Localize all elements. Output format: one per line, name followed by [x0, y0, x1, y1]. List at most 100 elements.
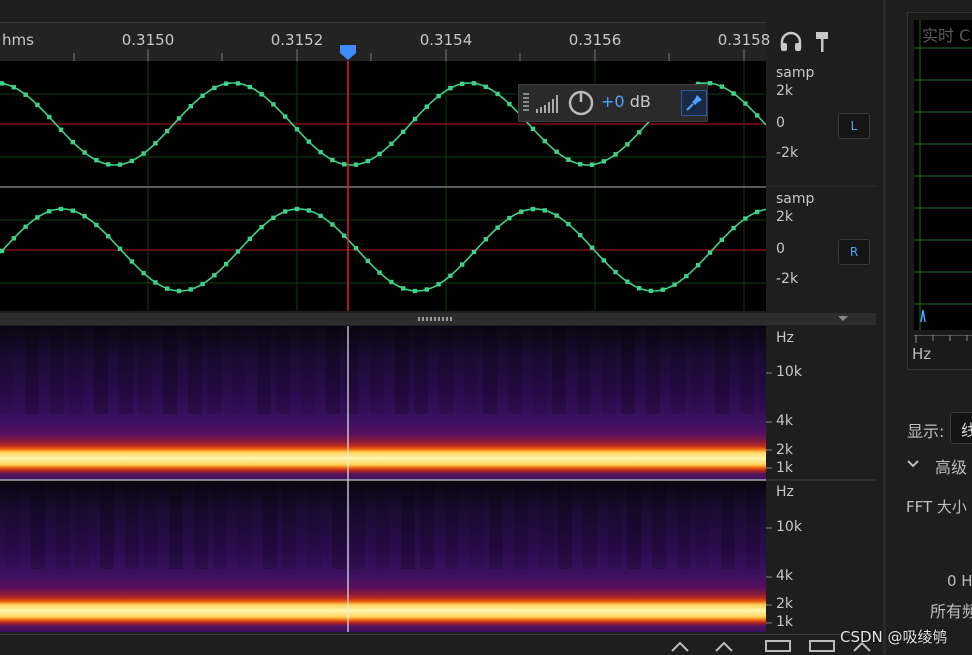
zero-hz-label: 0 H — [947, 572, 972, 590]
sample-point — [507, 215, 512, 221]
pin-hud-button[interactable] — [681, 90, 707, 116]
sample-point — [448, 273, 453, 278]
sample-point — [176, 116, 182, 121]
sample-point — [660, 287, 665, 292]
sample-point — [47, 209, 52, 214]
sample-point — [554, 213, 559, 218]
playhead-marker-icon — [340, 45, 356, 60]
spectral-texture — [489, 481, 503, 569]
time-ruler[interactable]: hms 0.3150 0.3152 0.3154 0.3156 0.3158 — [0, 22, 770, 61]
sample-point — [141, 151, 146, 156]
sample-point — [530, 126, 536, 131]
frequency-axis: Hz 10k 4k 2k 1k Hz 10k 4k 2k 1k — [766, 326, 876, 632]
sample-point — [11, 85, 16, 90]
sample-point — [117, 246, 123, 251]
spectrogram-canvas[interactable] — [0, 326, 766, 632]
sample-point — [601, 258, 606, 263]
sample-point — [330, 222, 335, 227]
ruler-tick-label: 0.3154 — [419, 31, 473, 49]
sample-point — [401, 129, 406, 134]
spectral-texture — [376, 481, 390, 569]
chevron-down-icon[interactable] — [838, 316, 848, 321]
sample-point — [530, 206, 536, 212]
sample-point — [188, 287, 193, 292]
headphones-icon[interactable] — [778, 30, 804, 54]
divider-grip[interactable] — [418, 317, 452, 321]
sample-point — [389, 279, 394, 285]
spectral-texture — [401, 481, 415, 569]
right-scale-label: -2k — [776, 271, 799, 287]
spectral-texture — [464, 326, 478, 414]
freq-label: 1k — [776, 614, 794, 630]
sample-point — [613, 152, 618, 157]
freq-label: 4k — [776, 413, 794, 429]
spectral-frequency-view[interactable] — [0, 326, 766, 632]
spectral-texture — [232, 326, 246, 414]
right-scale-label: 2k — [776, 209, 794, 225]
spectral-texture — [56, 481, 70, 569]
sample-point — [412, 288, 418, 294]
spectral-texture — [163, 326, 177, 414]
left-scale-label: 2k — [776, 83, 794, 99]
realtime-title: 实时 C — [922, 26, 971, 45]
sample-point — [424, 104, 429, 109]
spectral-texture — [558, 481, 572, 569]
sample-point — [259, 92, 264, 97]
sample-point — [589, 245, 595, 250]
spectral-texture — [94, 326, 108, 414]
sample-point — [495, 225, 500, 230]
freq-label: Hz — [776, 484, 794, 500]
sample-point — [637, 286, 642, 291]
spectral-texture — [276, 326, 290, 414]
sample-point — [47, 114, 52, 120]
spectral-texture — [332, 481, 346, 569]
gain-value: +0 — [601, 92, 625, 111]
gain-knob[interactable] — [567, 89, 595, 117]
level-meter-icon — [535, 91, 561, 115]
advanced-section-label[interactable]: 高级 — [935, 454, 967, 478]
spectral-texture — [652, 481, 666, 569]
freq-label: 1k — [776, 460, 794, 476]
sample-point — [719, 237, 724, 242]
ruler-ticks — [73, 45, 745, 61]
spectral-texture — [138, 326, 152, 414]
sample-point — [542, 208, 547, 213]
display-mode-select[interactable]: 线 — [950, 412, 972, 444]
spectral-texture — [621, 326, 635, 414]
spectral-texture — [646, 326, 660, 414]
view-divider[interactable] — [0, 313, 876, 325]
sample-point — [23, 92, 28, 97]
display-label: 显示: — [907, 422, 945, 441]
hud-drag-handle[interactable] — [523, 93, 529, 113]
spectral-texture — [282, 481, 296, 569]
sample-point — [755, 113, 760, 118]
sample-point — [672, 282, 677, 287]
sample-point — [707, 250, 713, 255]
ruler-unit-label: hms — [2, 31, 34, 49]
channel-right-button[interactable]: R — [838, 239, 870, 265]
spectral-texture — [690, 326, 704, 414]
sample-point — [566, 157, 571, 162]
gain-hud[interactable]: +0 dB — [518, 84, 708, 122]
spectral-texture — [263, 481, 277, 569]
channel-left-button[interactable]: L — [838, 113, 870, 139]
sample-point — [342, 162, 347, 167]
spectral-texture — [194, 481, 208, 569]
sample-point — [35, 102, 40, 108]
right-scale-label: 0 — [776, 241, 785, 257]
chevron-down-icon[interactable] — [905, 456, 921, 472]
sample-point — [731, 91, 736, 96]
sample-point — [200, 281, 205, 287]
sample-point — [483, 237, 488, 242]
sample-point — [648, 288, 654, 294]
spectral-texture — [207, 326, 221, 414]
sample-point — [0, 81, 5, 86]
spectral-texture — [188, 326, 202, 414]
sample-point — [471, 249, 477, 255]
pin-marker-icon[interactable] — [812, 30, 832, 54]
sample-point — [377, 151, 382, 157]
gain-unit: dB — [629, 92, 651, 111]
sample-point — [271, 102, 276, 107]
sample-point — [165, 286, 170, 291]
spectral-texture — [6, 481, 20, 569]
